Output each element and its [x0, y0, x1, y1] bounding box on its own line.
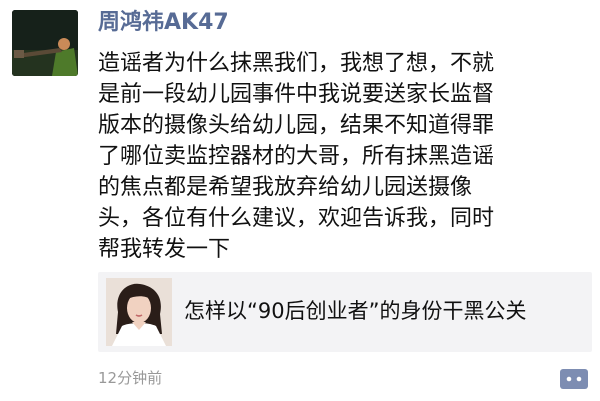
comment-button[interactable]: [560, 369, 588, 389]
content-line: 造谣者为什么抹黑我们，我想了想，不就: [98, 51, 495, 76]
post-content: 造谣者为什么抹黑我们，我想了想，不就 是前一段幼儿园事件中我说要送家长监督 版本…: [98, 48, 584, 265]
content-line: 帮我转发一下: [98, 237, 231, 262]
author-avatar[interactable]: [12, 10, 78, 76]
thumbnail-image: [106, 278, 172, 346]
comment-dots-icon: [566, 376, 582, 382]
avatar-image: [12, 10, 78, 76]
content-line: 头，各位有什么建议，欢迎告诉我，同时: [98, 206, 495, 231]
content-line: 是前一段幼儿园事件中我说要送家长监督: [98, 82, 495, 107]
shared-link-card[interactable]: 怎样以“90后创业者”的身份干黑公关: [98, 272, 592, 352]
article-thumbnail: [106, 278, 172, 346]
post-timestamp: 12分钟前: [98, 369, 163, 387]
content-line: 版本的摄像头给幼儿园，结果不知道得罪: [98, 113, 495, 138]
shared-link-title: 怎样以“90后创业者”的身份干黑公关: [184, 299, 527, 323]
content-line: 的焦点都是希望我放弃给幼儿园送摄像: [98, 175, 473, 200]
content-line: 了哪位卖监控器材的大哥，所有抹黑造谣: [98, 144, 495, 169]
author-name[interactable]: 周鸿祎AK47: [98, 8, 229, 38]
moments-post: 周鸿祎AK47 造谣者为什么抹黑我们，我想了想，不就 是前一段幼儿园事件中我说要…: [0, 0, 600, 401]
